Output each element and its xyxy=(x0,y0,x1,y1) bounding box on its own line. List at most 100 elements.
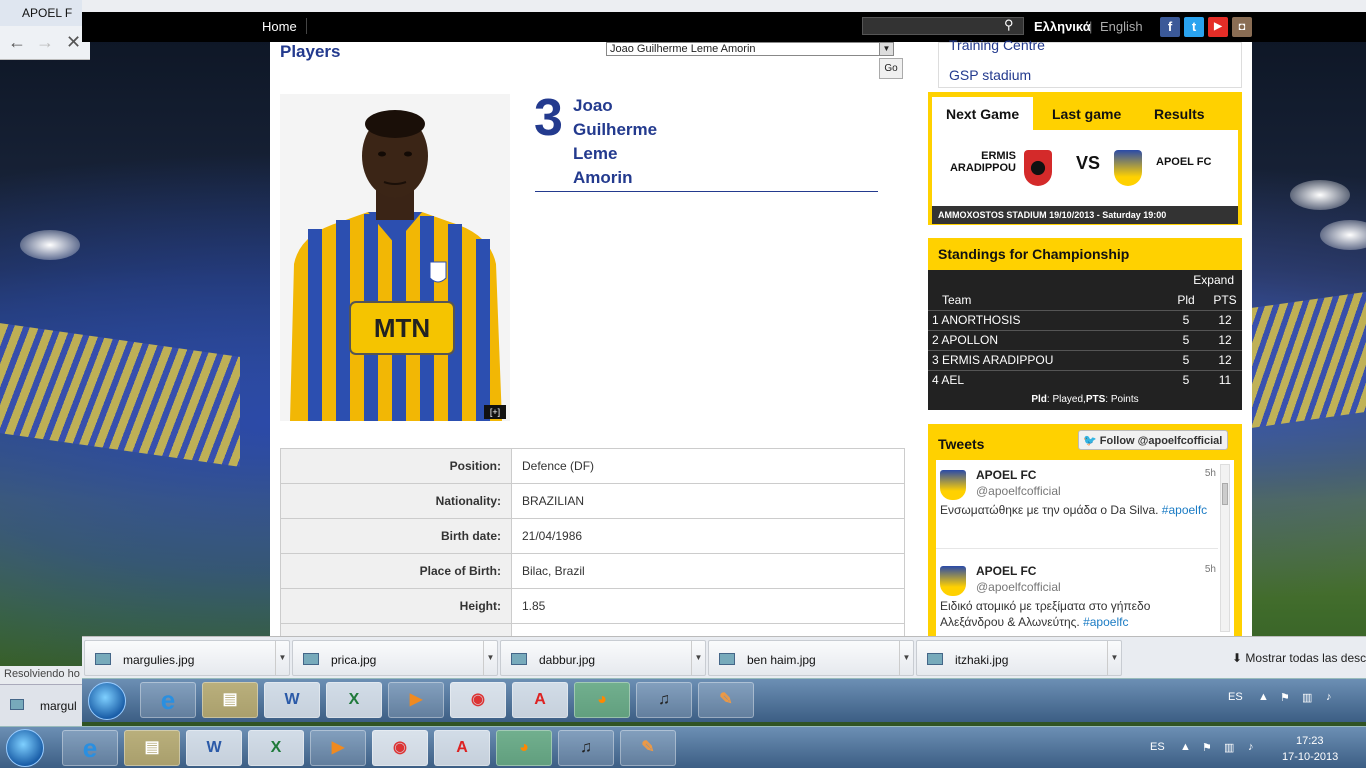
sidebar-link-training-centre[interactable]: Training Centre xyxy=(949,37,1045,53)
table-row[interactable]: 3 ERMIS ARADIPPOU 5 12 xyxy=(928,350,1242,371)
tweet-feed[interactable]: APOEL FC @apoelfcofficial 5h Ενσωματώθηκ… xyxy=(936,460,1234,636)
volume-icon[interactable]: ♪ xyxy=(1326,691,1332,703)
folder-icon[interactable]: ▤ xyxy=(124,730,180,766)
tweet-author[interactable]: APOEL FC xyxy=(976,468,1036,482)
search-icon[interactable]: ⚲ xyxy=(1004,17,1014,33)
download-item[interactable]: prica.jpg ▼ xyxy=(292,640,498,676)
facebook-icon[interactable]: f xyxy=(1160,17,1180,37)
paint-icon[interactable]: ✎ xyxy=(620,730,676,766)
action-center-icon[interactable]: ⚑ xyxy=(1202,741,1212,754)
clock-date[interactable]: 17-10-2013 xyxy=(1282,751,1338,763)
internet-explorer-icon[interactable]: e xyxy=(140,682,196,718)
player-name-line: Joao xyxy=(573,96,613,115)
image-file-icon xyxy=(95,653,111,665)
tweet-author[interactable]: APOEL FC xyxy=(976,564,1036,578)
table-row[interactable]: 2 APOLLON 5 12 xyxy=(928,330,1242,351)
chrome-icon[interactable]: ◉ xyxy=(372,730,428,766)
tweet-time[interactable]: 5h xyxy=(1205,564,1216,575)
back-window-downloads: margul xyxy=(0,684,82,726)
twitter-icon[interactable]: t xyxy=(1184,17,1204,37)
download-item[interactable]: margulies.jpg ▼ xyxy=(84,640,290,676)
instagram-icon[interactable]: ◘ xyxy=(1232,17,1252,37)
headphones-icon[interactable]: ♫ xyxy=(558,730,614,766)
youtube-icon[interactable]: ▶ xyxy=(1208,17,1228,37)
download-item[interactable]: ben haim.jpg ▼ xyxy=(708,640,914,676)
acrobat-icon[interactable]: A xyxy=(512,682,568,718)
back-browser-tab[interactable]: APOEL F xyxy=(0,0,90,26)
forward-arrow-icon[interactable]: → xyxy=(36,32,54,53)
back-browser-toolbar: ← → ✕ xyxy=(0,26,90,60)
download-filename: margulies.jpg xyxy=(123,653,195,667)
show-all-downloads-link[interactable]: ⬇ Mostrar todas las desc xyxy=(1232,651,1366,665)
tweet-handle[interactable]: @apoelfcofficial xyxy=(976,580,1061,594)
download-item[interactable]: itzhaki.jpg ▼ xyxy=(916,640,1122,676)
chrome-icon[interactable]: ◉ xyxy=(450,682,506,718)
chevron-down-icon[interactable]: ▼ xyxy=(899,641,913,675)
input-language[interactable]: ES xyxy=(1150,741,1165,753)
table-row[interactable]: 4 AEL 5 11 xyxy=(928,370,1242,391)
inner-taskbar: e ▤ W X ▶ ◉ A ◕ ♫ ✎ ES ▲ ⚑ ▥ ♪ xyxy=(82,678,1366,722)
info-key: Place of Birth: xyxy=(280,553,512,589)
network-icon[interactable]: ▥ xyxy=(1224,741,1234,754)
avatar[interactable] xyxy=(940,566,966,596)
lang-english-link[interactable]: English xyxy=(1100,19,1143,34)
expand-link[interactable]: Expand xyxy=(928,270,1242,290)
table-row[interactable]: 1 ANORTHOSIS 5 12 xyxy=(928,310,1242,331)
avatar[interactable] xyxy=(940,470,966,500)
tweet-hashtag[interactable]: #apoelfc xyxy=(1083,615,1128,629)
excel-icon[interactable]: X xyxy=(248,730,304,766)
paint-icon[interactable]: ✎ xyxy=(698,682,754,718)
tab-last-game[interactable]: Last game xyxy=(1052,106,1121,122)
site-search-input[interactable] xyxy=(862,17,1024,35)
firefox-icon[interactable]: ◕ xyxy=(496,730,552,766)
lang-greek-link[interactable]: Ελληνικά xyxy=(1034,19,1091,34)
tray-expand-icon[interactable]: ▲ xyxy=(1258,691,1269,703)
tab-results[interactable]: Results xyxy=(1154,106,1205,122)
clock-time[interactable]: 17:23 xyxy=(1296,735,1324,747)
network-icon[interactable]: ▥ xyxy=(1302,691,1312,704)
back-download-filename[interactable]: margul xyxy=(40,699,77,713)
tweet-scrollbar[interactable] xyxy=(1220,464,1230,632)
tweet-handle[interactable]: @apoelfcofficial xyxy=(976,484,1061,498)
nav-home-link[interactable]: Home xyxy=(262,19,297,34)
download-item[interactable]: dabbur.jpg ▼ xyxy=(500,640,706,676)
internet-explorer-icon[interactable]: e xyxy=(62,730,118,766)
volume-icon[interactable]: ♪ xyxy=(1248,741,1254,753)
player-photo[interactable]: MTN [+] xyxy=(280,94,510,421)
tweet-hashtag[interactable]: #apoelfc xyxy=(1162,503,1207,517)
chevron-down-icon[interactable]: ▼ xyxy=(483,641,497,675)
team-cell: 1 ANORTHOSIS xyxy=(928,310,1164,331)
chevron-down-icon[interactable]: ▼ xyxy=(275,641,289,675)
media-player-icon[interactable]: ▶ xyxy=(310,730,366,766)
word-icon[interactable]: W xyxy=(186,730,242,766)
action-center-icon[interactable]: ⚑ xyxy=(1280,691,1290,704)
acrobat-icon[interactable]: A xyxy=(434,730,490,766)
enlarge-photo-button[interactable]: [+] xyxy=(484,405,506,419)
headphones-icon[interactable]: ♫ xyxy=(636,682,692,718)
follow-button[interactable]: 🐦 Follow @apoelfcofficial xyxy=(1078,430,1228,450)
tweet-time[interactable]: 5h xyxy=(1205,468,1216,479)
tweet-text: Ενσωματώθηκε με την ομάδα ο Da Silva. #a… xyxy=(940,502,1216,518)
start-button[interactable] xyxy=(88,682,126,720)
follow-label: Follow @apoelfcofficial xyxy=(1099,435,1223,447)
back-arrow-icon[interactable]: ← xyxy=(8,32,26,53)
back-status-bar: Resolviendo ho xyxy=(0,666,82,684)
column-header: Pld xyxy=(1164,290,1208,311)
close-icon[interactable]: ✕ xyxy=(66,32,81,53)
media-player-icon[interactable]: ▶ xyxy=(388,682,444,718)
chevron-down-icon[interactable]: ▼ xyxy=(879,43,893,55)
input-language[interactable]: ES xyxy=(1228,691,1243,703)
word-icon[interactable]: W xyxy=(264,682,320,718)
player-select[interactable]: Joao Guilherme Leme Amorin ▼ xyxy=(606,42,894,56)
chevron-down-icon[interactable]: ▼ xyxy=(691,641,705,675)
tray-expand-icon[interactable]: ▲ xyxy=(1180,741,1191,753)
chevron-down-icon[interactable]: ▼ xyxy=(1107,641,1121,675)
excel-icon[interactable]: X xyxy=(326,682,382,718)
folder-icon[interactable]: ▤ xyxy=(202,682,258,718)
go-button[interactable]: Go xyxy=(879,58,903,79)
firefox-icon[interactable]: ◕ xyxy=(574,682,630,718)
tab-next-game[interactable]: Next Game xyxy=(932,97,1034,132)
scrollbar-thumb[interactable] xyxy=(1222,483,1228,505)
sidebar-link-gsp-stadium[interactable]: GSP stadium xyxy=(949,67,1031,83)
start-button[interactable] xyxy=(6,729,44,767)
